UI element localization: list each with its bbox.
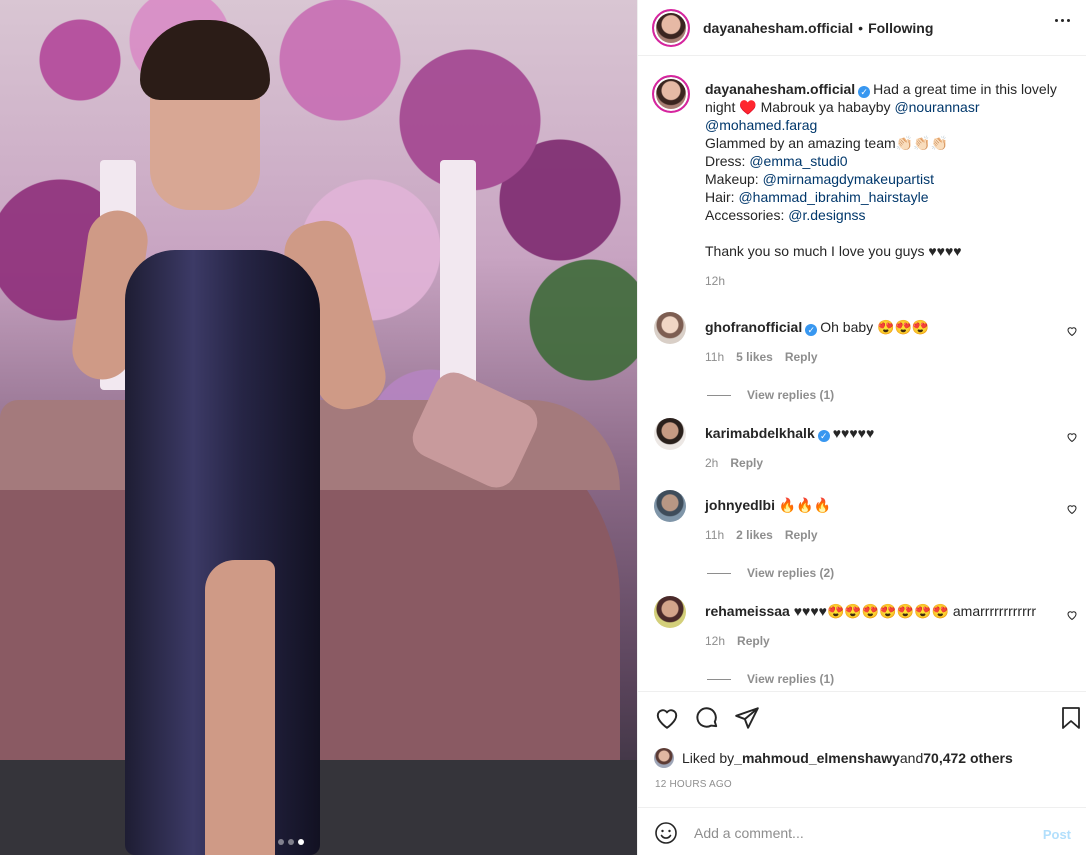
carousel-dot[interactable] <box>288 839 294 845</box>
comment-item: ghofranofficial ✓ Oh baby 😍😍😍 11h 5 likes … <box>654 312 1077 402</box>
like-comment-heart-icon[interactable] <box>1066 503 1078 515</box>
mention-link[interactable]: @hammad_ibrahim_hairstayle <box>738 189 928 205</box>
comment-meta: 2h Reply <box>705 456 1074 470</box>
post-actions <box>638 691 1086 744</box>
post-caption: dayanahesham.official ✓ Had a great time i… <box>652 75 1072 288</box>
mention-link[interactable]: @nourannasr <box>894 99 979 115</box>
mention-link[interactable]: @r.designss <box>788 207 865 223</box>
header-separator: • <box>858 19 864 36</box>
comment-input[interactable] <box>694 818 1034 848</box>
comment-time[interactable]: 11h <box>705 528 724 542</box>
emoji-icon[interactable] <box>654 821 678 845</box>
replies-line <box>707 678 731 680</box>
mention-link[interactable]: @mohamed.farag <box>705 117 817 133</box>
comment-time[interactable]: 11h <box>705 350 724 364</box>
liker-avatar[interactable] <box>654 748 674 768</box>
caption-timestamp[interactable]: 12h <box>705 274 1072 288</box>
photo-leg <box>205 560 275 855</box>
liker-username[interactable]: _mahmoud_elmenshawy <box>734 750 900 766</box>
post-header: dayanahesham.official • Following <box>638 0 1086 56</box>
reply-button[interactable]: Reply <box>737 634 770 648</box>
comments-section[interactable]: dayanahesham.official ✓ Had a great time i… <box>638 57 1086 691</box>
likes-summary: Liked by _mahmoud_elmenshawy and 70,472 … <box>654 748 1013 768</box>
commenter-username[interactable]: johnyedlbi <box>705 497 775 513</box>
commenter-username[interactable]: ghofranofficial <box>705 319 802 335</box>
comment-text: johnyedlbi 🔥🔥🔥 <box>705 490 1074 514</box>
post-comment-button[interactable]: Post <box>1043 827 1071 842</box>
like-comment-heart-icon[interactable] <box>1066 609 1078 621</box>
comment-meta: 12h Reply <box>705 634 1074 648</box>
caption-dress-label: Dress: <box>705 153 750 169</box>
comment-item: karimabdelkhalk ✓ ♥♥♥♥♥ 2h Reply <box>654 418 1077 470</box>
caption-accessories-label: Accessories: <box>705 207 789 223</box>
comment-content: Oh baby 😍😍😍 <box>820 319 930 335</box>
replies-line <box>707 394 731 396</box>
mention-link[interactable]: @emma_studi0 <box>749 153 847 169</box>
share-icon[interactable] <box>734 705 760 731</box>
comment-time[interactable]: 12h <box>705 634 725 648</box>
view-replies-button[interactable]: View replies (1) <box>707 672 1074 686</box>
comment-icon[interactable] <box>694 705 720 731</box>
verified-icon: ✓ <box>805 324 818 336</box>
commenter-avatar[interactable] <box>654 418 686 450</box>
liked-prefix: Liked by <box>682 750 735 766</box>
caption-glam-line: Glammed by an amazing team👏🏻👏🏻👏🏻 <box>705 135 948 151</box>
author-avatar[interactable] <box>652 8 690 47</box>
caption-thanks: Thank you so much I love you guys ♥♥♥♥ <box>705 243 962 259</box>
post-timestamp[interactable]: 12 HOURS AGO <box>655 779 732 790</box>
comment-time[interactable]: 2h <box>705 456 718 470</box>
bookmark-icon[interactable] <box>1059 705 1083 731</box>
view-replies-button[interactable]: View replies (1) <box>707 388 1074 402</box>
add-comment-bar: Post <box>638 807 1086 855</box>
caption-avatar[interactable] <box>652 75 690 113</box>
verified-icon: ✓ <box>817 430 830 442</box>
commenter-avatar[interactable] <box>654 312 686 344</box>
follow-status-button[interactable]: Following <box>868 20 933 36</box>
view-replies-label: View replies (2) <box>747 566 835 580</box>
like-comment-heart-icon[interactable] <box>1066 431 1078 443</box>
comment-content: ♥♥♥♥😍😍😍😍😍😍😍 amarrrrrrrrrrrr <box>793 603 1037 619</box>
action-icons-row <box>638 692 1086 744</box>
commenter-username[interactable]: karimabdelkhalk <box>705 425 815 441</box>
comment-content: ♥♥♥♥♥ <box>832 425 875 441</box>
comment-likes[interactable]: 2 likes <box>736 528 773 542</box>
caption-makeup-label: Makeup: <box>705 171 763 187</box>
comment-meta: 11h 5 likes Reply <box>705 350 1074 364</box>
comment-item: johnyedlbi 🔥🔥🔥 11h 2 likes Reply View re… <box>654 490 1077 580</box>
commenter-username[interactable]: rehameissaa <box>705 603 790 619</box>
liked-middle: and <box>899 750 924 766</box>
view-replies-label: View replies (1) <box>747 672 835 686</box>
like-heart-icon[interactable] <box>654 705 680 731</box>
caption-username[interactable]: dayanahesham.official <box>705 81 855 97</box>
comment-text: rehameissaa ♥♥♥♥😍😍😍😍😍😍😍 amarrrrrrrrrrrr <box>705 596 1074 620</box>
verified-icon: ✓ <box>858 86 871 98</box>
commenter-avatar[interactable] <box>654 490 686 522</box>
more-options-icon[interactable] <box>1055 19 1070 22</box>
reply-button[interactable]: Reply <box>785 528 818 542</box>
comment-item: rehameissaa ♥♥♥♥😍😍😍😍😍😍😍 amarrrrrrrrrrrr … <box>654 596 1077 686</box>
comment-text: karimabdelkhalk ✓ ♥♥♥♥♥ <box>705 418 1074 442</box>
photo-pillar <box>440 160 476 390</box>
comment-content: 🔥🔥🔥 <box>778 497 832 513</box>
commenter-avatar[interactable] <box>654 596 686 628</box>
carousel-indicator <box>278 839 304 845</box>
comment-meta: 11h 2 likes Reply <box>705 528 1074 542</box>
replies-line <box>707 572 731 574</box>
comment-text: ghofranofficial ✓ Oh baby 😍😍😍 <box>705 312 1074 336</box>
likes-count[interactable]: 70,472 others <box>923 750 1013 766</box>
like-comment-heart-icon[interactable] <box>1066 325 1078 337</box>
reply-button[interactable]: Reply <box>730 456 763 470</box>
caption-text: dayanahesham.official ✓ Had a great time i… <box>705 75 1072 260</box>
caption-hair-label: Hair: <box>705 189 739 205</box>
author-username[interactable]: dayanahesham.official <box>703 20 853 36</box>
carousel-dot-active[interactable] <box>298 839 304 845</box>
comment-likes[interactable]: 5 likes <box>736 350 773 364</box>
post-photo[interactable] <box>0 0 637 855</box>
mention-link[interactable]: @mirnamagdymakeupartist <box>763 171 934 187</box>
carousel-dot[interactable] <box>278 839 284 845</box>
post-sidebar: dayanahesham.official • Following dayana… <box>637 0 1086 855</box>
view-replies-label: View replies (1) <box>747 388 835 402</box>
reply-button[interactable]: Reply <box>785 350 818 364</box>
view-replies-button[interactable]: View replies (2) <box>707 566 1074 580</box>
